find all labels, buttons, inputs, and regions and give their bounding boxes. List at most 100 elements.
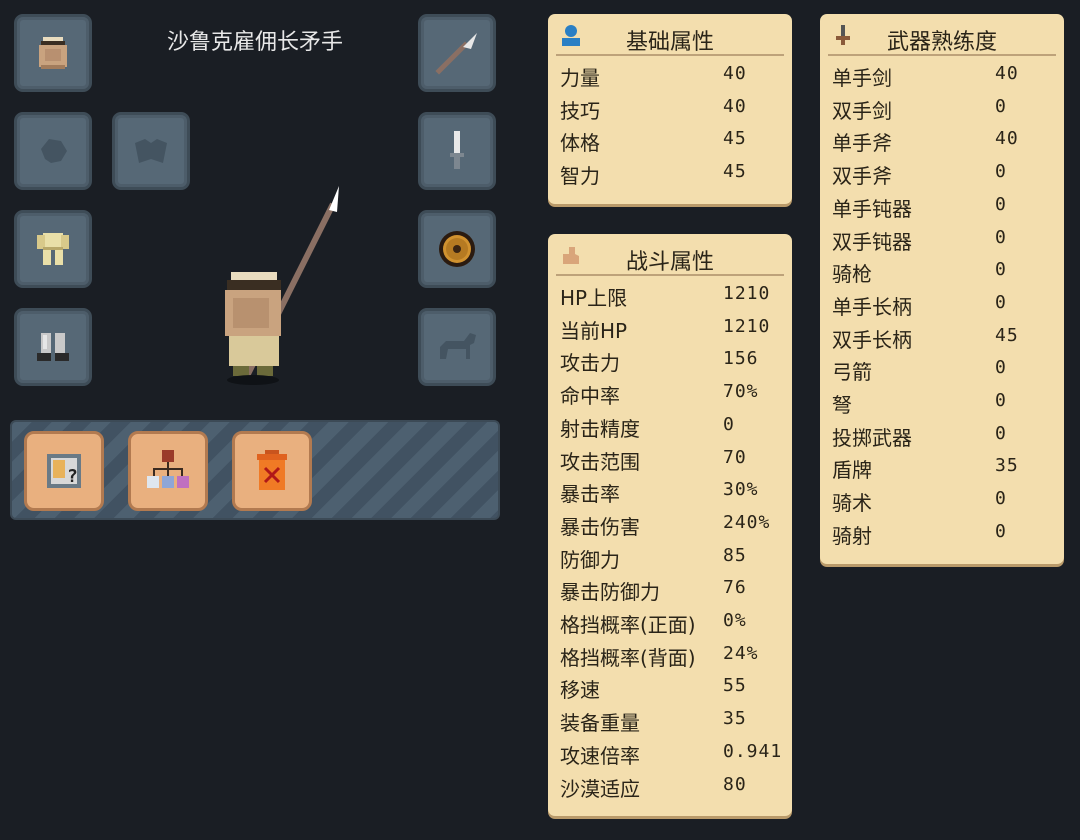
greaves-icon [37, 333, 69, 361]
stat-label: 力量 [560, 66, 600, 90]
upgrade-tree-button[interactable] [128, 431, 208, 511]
stat-value: 76 [723, 577, 747, 599]
panel-title: 武器熟练度 [886, 30, 997, 55]
stat-value: 40 [995, 128, 1019, 150]
stat-row: 装备重量 35 [560, 707, 784, 740]
stat-value: 1210 [723, 283, 771, 304]
stat-value: 35 [995, 455, 1019, 477]
stat-row: 攻速倍率 0.941 [560, 740, 784, 773]
stat-value: 24% [723, 642, 759, 664]
stat-label: 格挡概率(正面) [560, 613, 696, 637]
stat-label: 双手剑 [832, 98, 892, 123]
round-shield-icon [439, 231, 475, 267]
stat-label: 防御力 [560, 547, 620, 572]
stat-value: 45 [723, 128, 747, 150]
stat-row: 防御力 85 [560, 544, 784, 577]
body-armor-slot[interactable] [14, 210, 92, 288]
secondary-weapon-slot[interactable] [418, 112, 496, 190]
stat-label: 攻击力 [560, 351, 620, 376]
combat-attributes-panel: 战斗属性 HP上限 1210 当前HP 1210 攻击力 156 命中率 70% 射击精度 0 攻击… [548, 234, 792, 816]
shield-slot[interactable] [418, 210, 496, 288]
boots-slot[interactable] [14, 308, 92, 386]
basic-attributes-panel: 基础属性 力量 40 技巧 40 体格 45 智力 45 [548, 14, 792, 204]
stat-label: 单手长柄 [832, 294, 912, 319]
stat-label: 弩 [832, 393, 852, 417]
stat-value: 0 [995, 520, 1007, 542]
dismiss-unit-button[interactable] [232, 431, 312, 511]
stat-label: 盾牌 [832, 458, 872, 483]
info-card-icon: ? [47, 454, 81, 488]
stat-row: 当前HP 1210 [560, 315, 784, 348]
stat-value: 240% [723, 511, 771, 533]
stat-row: 单手钝器 0 [832, 193, 1056, 226]
stat-value: 45 [723, 161, 747, 183]
main-weapon-slot[interactable] [418, 14, 496, 92]
stat-value: 0 [995, 422, 1007, 444]
stat-label: 技巧 [560, 98, 600, 123]
stat-label: 沙漠适应 [560, 776, 640, 801]
stat-row: 单手斧 40 [832, 127, 1056, 160]
svg-text:?: ? [67, 466, 78, 487]
stat-label: 装备重量 [560, 711, 640, 736]
stat-value: 0 [995, 259, 1007, 281]
stat-label: 骑射 [832, 523, 872, 548]
stat-row: 双手长柄 45 [832, 324, 1056, 357]
stat-value: 30% [723, 479, 759, 501]
stat-label: 命中率 [560, 384, 620, 409]
unit-info-button[interactable]: ? [24, 431, 104, 511]
stat-row: 命中率 70% [560, 380, 784, 413]
stat-row: 技巧 40 [560, 95, 784, 128]
weapon-proficiency-panel: 武器熟练度 单手剑 40 双手剑 0 单手斧 40 双手斧 0 单手钝器 0 双手钝器 0 骑枪 0 单手长… [820, 14, 1064, 564]
stat-label: 移速 [560, 678, 600, 703]
panel-title: 战斗属性 [625, 250, 714, 275]
stat-row: 暴击防御力 76 [560, 576, 784, 609]
stat-row: 双手剑 0 [832, 95, 1056, 128]
stat-value: 0 [995, 390, 1007, 411]
stat-label: 单手钝器 [832, 196, 912, 221]
stat-value: 85 [723, 544, 747, 566]
cape-slot-empty[interactable] [112, 112, 190, 190]
stat-value: 70% [723, 381, 759, 403]
stat-row: 投掷武器 0 [832, 422, 1056, 455]
stat-value: 0 [995, 193, 1007, 215]
gauntlet-placeholder-icon [41, 139, 67, 163]
headwrap-icon [39, 37, 67, 69]
stat-label: 格挡概率(背面) [560, 645, 696, 670]
stat-value: 55 [723, 675, 747, 697]
stat-label: 单手斧 [832, 131, 892, 156]
stat-label: 攻击范围 [560, 449, 640, 474]
stat-row: 弩0 [832, 389, 1056, 422]
stat-row: 暴击伤害 240% [560, 511, 784, 544]
stat-label: 暴击率 [560, 482, 620, 507]
stat-label: 暴击防御力 [560, 580, 660, 605]
stat-value: 45 [995, 324, 1019, 346]
unit-name: 沙鲁克雇佣长矛手 [166, 30, 343, 55]
stat-row: 攻击范围 70 [560, 446, 784, 479]
stat-row: 沙漠适应 80 [560, 773, 784, 806]
stat-value: 0.941 [723, 740, 783, 762]
stat-label: 体格 [560, 131, 600, 156]
stat-label: 骑枪 [832, 262, 872, 287]
gloves-slot-empty[interactable] [14, 112, 92, 190]
mount-slot-empty[interactable] [418, 308, 496, 386]
trash-bin-icon [257, 450, 287, 490]
stat-row: 双手钝器 0 [832, 226, 1056, 259]
stat-label: 双手长柄 [832, 327, 912, 352]
stat-value: 40 [723, 95, 747, 117]
stat-label: 暴击伤害 [560, 514, 640, 539]
stat-row: 双手斧 0 [832, 160, 1056, 193]
stat-label: 射击精度 [560, 416, 640, 441]
stat-value: 0 [723, 413, 735, 435]
helmet-slot[interactable] [14, 14, 92, 92]
stat-row: 骑射 0 [832, 520, 1056, 553]
dagger-icon [450, 131, 464, 169]
cape-placeholder-icon [135, 139, 167, 163]
stat-value: 0 [995, 357, 1007, 379]
horse-placeholder-icon [440, 333, 476, 359]
stat-row: 体格 45 [560, 127, 784, 160]
stat-label: 单手剑 [832, 66, 892, 90]
stat-label: 攻速倍率 [560, 743, 640, 768]
stat-value: 156 [723, 348, 759, 370]
stat-label: HP上限 [560, 286, 628, 310]
stat-row: 射击精度 0 [560, 413, 784, 446]
